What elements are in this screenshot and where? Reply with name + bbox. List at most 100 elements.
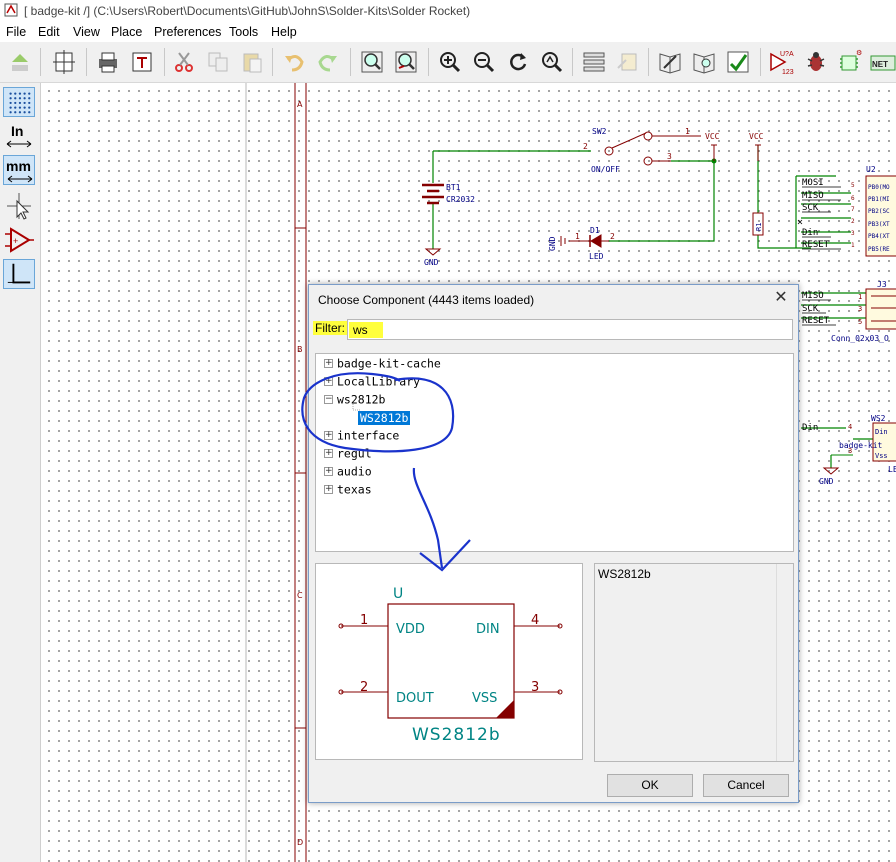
tree-node-regul[interactable]: + regul xyxy=(324,446,372,462)
assign-footprints-icon[interactable]: ⚙ xyxy=(836,48,864,76)
svg-text:3: 3 xyxy=(851,230,855,237)
u2-net-mosi: MOSI xyxy=(802,178,824,188)
units-mm-button[interactable]: mm xyxy=(3,155,35,185)
d1-value: LED xyxy=(589,252,604,261)
component-description: WS2812b xyxy=(598,567,651,581)
zoom-out-icon[interactable] xyxy=(470,48,498,76)
erc-icon[interactable]: U?A 123 xyxy=(766,48,794,76)
save-icon[interactable] xyxy=(6,48,34,76)
preview-pin-vdd: VDD xyxy=(396,622,425,637)
filter-value: ws xyxy=(353,323,368,337)
info-scrollbar[interactable] xyxy=(776,564,793,761)
tree-node-audio[interactable]: + audio xyxy=(324,464,372,480)
expand-icon[interactable]: + xyxy=(324,359,333,368)
sw2-pin2: 2 xyxy=(583,142,588,151)
ws-net-din: Din xyxy=(802,423,818,433)
svg-text:PB2(SC: PB2(SC xyxy=(868,208,890,215)
bt1-ref: BT1 xyxy=(446,183,461,192)
find-icon[interactable] xyxy=(358,48,386,76)
netlist-icon[interactable]: NET xyxy=(868,48,896,76)
expand-icon[interactable]: + xyxy=(324,377,333,386)
menu-view[interactable]: View xyxy=(73,25,100,39)
units-inches-button[interactable]: In xyxy=(3,121,35,151)
svg-text:6: 6 xyxy=(851,195,855,202)
ok-button[interactable]: OK xyxy=(607,774,693,797)
filter-input[interactable] xyxy=(347,319,793,340)
undo-icon[interactable] xyxy=(280,48,308,76)
menu-file[interactable]: File xyxy=(6,25,26,39)
grid-toggle-icon[interactable] xyxy=(3,87,35,117)
tree-node-ws2812b-part[interactable]: WS2812b xyxy=(358,410,411,426)
ws2812b-symbol: U WS2812b 1 VDD 2 DOUT 4 DIN 3 VSS xyxy=(338,586,563,745)
svg-text:PB5(RE: PB5(RE xyxy=(868,246,890,253)
double-arrow-icon xyxy=(7,175,33,183)
svg-text:5: 5 xyxy=(858,318,862,326)
plot-icon[interactable] xyxy=(128,48,156,76)
menu-bar: File Edit View Place Preferences Tools H… xyxy=(0,22,896,42)
preview-pin-vss: VSS xyxy=(472,691,497,706)
expand-icon[interactable]: + xyxy=(324,431,333,440)
cancel-button[interactable]: Cancel xyxy=(703,774,789,797)
close-icon[interactable]: ✕ xyxy=(772,289,790,307)
library-browser-icon[interactable] xyxy=(690,48,718,76)
sw2-pin1: 1 xyxy=(685,127,690,136)
leave-sheet-icon[interactable] xyxy=(614,48,642,76)
find-replace-icon[interactable] xyxy=(392,48,420,76)
u2-ref: U2 xyxy=(866,165,876,174)
library-editor-icon[interactable] xyxy=(656,48,684,76)
preview-pin1-num: 1 xyxy=(360,613,368,628)
vcc-label-2: VCC xyxy=(749,132,764,141)
menu-help[interactable]: Help xyxy=(271,25,297,39)
tree-node-ws2812b-library[interactable]: − ws2812b xyxy=(324,392,385,408)
svg-text:U?A: U?A xyxy=(780,51,794,58)
bt1-value: CR2032 xyxy=(446,195,475,204)
cursor-shape-icon[interactable] xyxy=(3,191,35,221)
menu-place[interactable]: Place xyxy=(111,25,142,39)
expand-icon[interactable]: + xyxy=(324,485,333,494)
svg-text:1: 1 xyxy=(851,242,855,249)
sw2-ref: SW2 xyxy=(592,127,607,136)
svg-text:NET: NET xyxy=(872,60,888,69)
annotate-icon[interactable] xyxy=(724,48,752,76)
r1-ref: R1 xyxy=(755,223,763,231)
sw2-pin3: 3 xyxy=(667,152,672,161)
bug-erc-icon[interactable] xyxy=(802,48,830,76)
redraw-icon[interactable] xyxy=(504,48,532,76)
gnd-label-3: GND xyxy=(819,477,834,486)
expand-icon[interactable]: + xyxy=(324,449,333,458)
vcc-label-1: VCC xyxy=(705,132,720,141)
zoom-fit-icon[interactable] xyxy=(538,48,566,76)
preview-pin3-num: 3 xyxy=(531,680,539,695)
preview-pin4-num: 4 xyxy=(531,613,539,628)
preview-value: WS2812b xyxy=(412,725,501,745)
sw2-value: ON/OFF xyxy=(591,165,620,174)
tree-node-badge-kit-cache[interactable]: + badge-kit-cache xyxy=(324,356,441,372)
units-mm-label: mm xyxy=(6,158,31,174)
component-info-panel: WS2812b xyxy=(594,563,794,762)
page-settings-icon[interactable] xyxy=(50,48,78,76)
preview-pin-dout: DOUT xyxy=(396,691,434,706)
tree-node-interface[interactable]: + interface xyxy=(324,428,399,444)
hidden-pins-icon[interactable]: + xyxy=(3,225,35,255)
left-toolbar: In mm + xyxy=(0,83,41,862)
menu-preferences[interactable]: Preferences xyxy=(154,25,221,39)
menu-edit[interactable]: Edit xyxy=(38,25,60,39)
hierarchy-navigator-icon[interactable] xyxy=(580,48,608,76)
menu-tools[interactable]: Tools xyxy=(229,25,258,39)
collapse-icon[interactable]: − xyxy=(324,395,333,404)
cut-icon[interactable] xyxy=(170,48,198,76)
expand-icon[interactable]: + xyxy=(324,467,333,476)
tree-node-texas[interactable]: + texas xyxy=(324,482,372,498)
units-inches-label: In xyxy=(11,123,24,139)
copy-icon[interactable] xyxy=(204,48,232,76)
redo-icon[interactable] xyxy=(314,48,342,76)
tree-node-locallibrary[interactable]: + LocalLibrary xyxy=(324,374,420,390)
line-orientation-icon[interactable] xyxy=(3,259,35,289)
print-icon[interactable] xyxy=(94,48,122,76)
preview-pin-din: DIN xyxy=(476,622,500,637)
j3-ref: J3 xyxy=(877,280,887,289)
window-title: [ badge-kit /] (C:\Users\Robert\Document… xyxy=(24,4,471,18)
zoom-in-icon[interactable] xyxy=(436,48,464,76)
paste-icon[interactable] xyxy=(238,48,266,76)
component-tree[interactable]: + badge-kit-cache + LocalLibrary − ws2812b … xyxy=(315,353,794,552)
